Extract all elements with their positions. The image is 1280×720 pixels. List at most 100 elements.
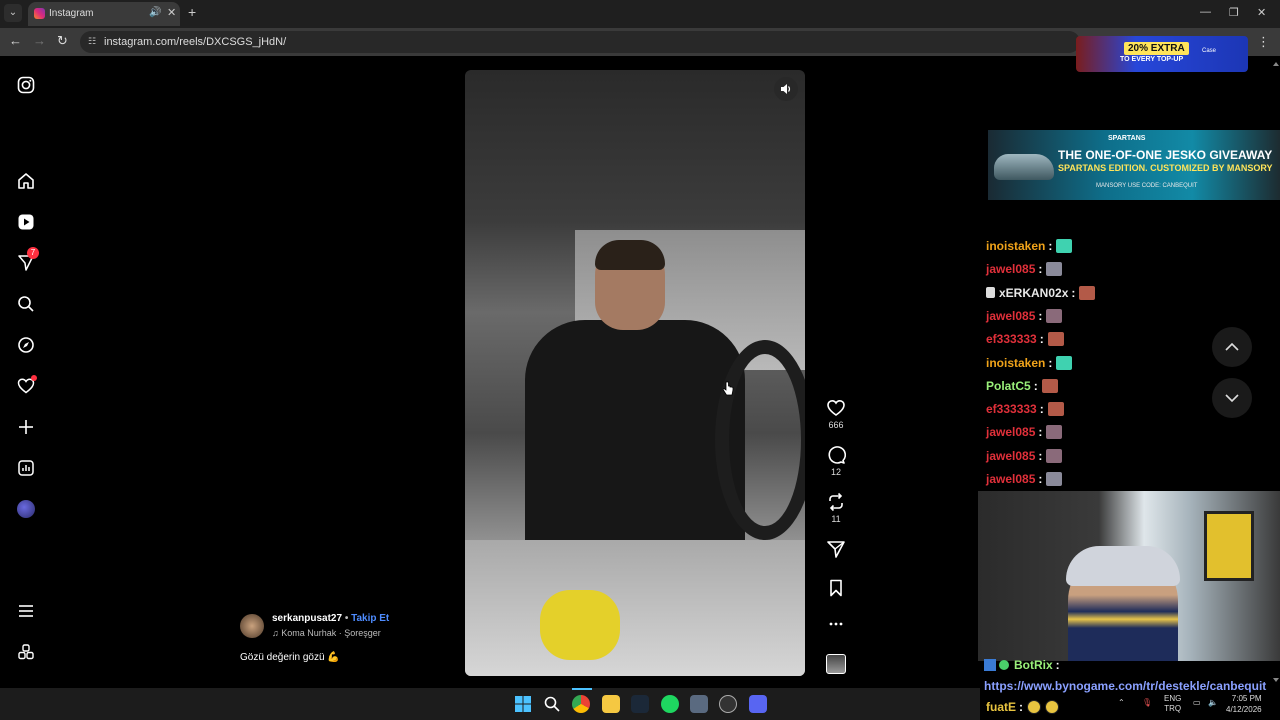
back-button[interactable]: ← (9, 34, 22, 48)
close-window-button[interactable]: ✕ (1257, 6, 1266, 19)
follow-button[interactable]: Takip Et (351, 613, 389, 624)
send-icon (827, 541, 845, 558)
ad-subtitle: TO EVERY TOP-UP (1120, 56, 1184, 63)
caption-line: Gözü değerin gözü 💪 (240, 652, 340, 663)
taskbar-clock[interactable]: 7:05 PM 4/12/2026 (1226, 693, 1262, 715)
repost-button[interactable]: 11 (820, 492, 852, 524)
taskbar-search-icon[interactable] (543, 695, 561, 713)
minimize-button[interactable]: — (1200, 6, 1211, 18)
chat-username: jawel085 (986, 448, 1036, 463)
create-plus-icon[interactable] (16, 417, 36, 437)
spotify-icon[interactable] (661, 695, 679, 713)
chat-emote-icon (1041, 378, 1058, 393)
chrome-icon[interactable] (572, 695, 590, 713)
save-button[interactable] (820, 578, 852, 598)
file-explorer-icon[interactable] (602, 695, 620, 713)
smiley-emote-icon (1045, 700, 1059, 714)
author-username[interactable]: serkanpusat27 (272, 613, 342, 624)
display-icon[interactable]: ▭ (1193, 698, 1201, 707)
also-from-meta-icon[interactable] (16, 642, 36, 662)
chat-username: xERKAN02x (999, 285, 1069, 300)
chat-emote-icon (1046, 472, 1063, 486)
windows-taskbar (0, 688, 980, 720)
discord-icon[interactable] (749, 695, 767, 713)
hand-cursor-icon (722, 381, 734, 396)
audio-thumbnail[interactable] (826, 654, 846, 674)
verified-icon (999, 660, 1009, 670)
url-text: instagram.com/reels/DXCSGS_jHdN/ (104, 36, 287, 48)
music-title: Koma Nurhak · Şoreşger (281, 628, 381, 638)
new-tab-button[interactable]: + (188, 5, 196, 19)
obs-icon[interactable] (719, 695, 737, 713)
dashboard-icon[interactable] (16, 458, 36, 478)
tab-search-button[interactable]: ⌄ (4, 4, 22, 22)
tab-close-icon[interactable]: ✕ (167, 6, 176, 19)
comment-icon (828, 446, 846, 464)
reload-button[interactable]: ↻ (57, 34, 68, 48)
chat-line: inoistaken: (986, 236, 1073, 256)
ad-brand-name: SPARTANS (1108, 135, 1146, 142)
ellipsis-icon (829, 622, 843, 626)
share-button[interactable] (820, 539, 852, 559)
home-icon[interactable] (16, 171, 36, 191)
reels-icon[interactable] (16, 212, 36, 232)
ad-footer: MANSORY USE CODE: CANBEQUIT (1096, 183, 1198, 189)
chat-emote-icon (1079, 285, 1096, 300)
chat-emote-icon (1056, 239, 1073, 253)
restore-button[interactable]: ❐ (1229, 6, 1239, 19)
comment-count: 12 (830, 467, 841, 477)
notifications-heart-icon[interactable] (16, 375, 37, 396)
chat-username: jawel085 (986, 472, 1036, 486)
comment-button[interactable]: 12 (820, 445, 852, 477)
more-menu-icon[interactable] (16, 601, 36, 621)
tab-audio-icon[interactable]: 🔊 (149, 7, 161, 18)
repost-count: 11 (831, 514, 841, 524)
profile-avatar[interactable] (16, 499, 36, 519)
chat-username: ef333333 (986, 402, 1037, 417)
browser-menu-icon[interactable]: ⋮ (1257, 34, 1270, 50)
author-avatar[interactable] (240, 614, 264, 638)
windows-start-icon[interactable] (514, 695, 532, 713)
language-indicator[interactable]: ENG TRQ (1164, 694, 1181, 714)
forward-button[interactable]: → (33, 34, 46, 48)
language-bottom: TRQ (1164, 704, 1182, 713)
notification-dot (31, 375, 37, 381)
bot-support-link[interactable]: https://www.bynogame.com/tr/destekle/can… (984, 679, 1266, 693)
ad-badge: 20% EXTRA (1124, 42, 1189, 55)
chat-line: jawel085: (986, 469, 1063, 489)
volume-button[interactable] (774, 77, 798, 101)
tab-instagram[interactable]: Instagram 🔊 ✕ (28, 2, 180, 26)
tray-expand-icon[interactable]: ⌃ (1118, 698, 1125, 707)
chat-line: PolatC5: (986, 376, 1058, 396)
search-icon[interactable] (16, 294, 36, 314)
instagram-logo-icon[interactable] (16, 75, 36, 95)
video-driver-hair (595, 240, 665, 270)
clock-time: 7:05 PM (1231, 694, 1262, 703)
previous-reel-button[interactable] (1212, 327, 1252, 367)
music-note-icon: ♫ (272, 628, 282, 638)
url-field[interactable]: ☷ instagram.com/reels/DXCSGS_jHdN/ (80, 31, 1080, 53)
chat-username: fuatE (986, 700, 1016, 714)
explore-icon[interactable] (16, 335, 36, 355)
chat-emote-icon (1047, 402, 1064, 417)
chat-username: jawel085 (986, 425, 1036, 440)
like-button[interactable]: 666 (820, 398, 852, 430)
messages-icon[interactable]: 7 (16, 247, 39, 273)
page-scrollbar[interactable] (1272, 56, 1280, 688)
chat-username: jawel085 (986, 262, 1036, 277)
volume-icon[interactable]: 🔈 (1208, 698, 1218, 707)
music-line[interactable]: ♫ Koma Nurhak · Şoreşger (272, 628, 381, 638)
mic-icon[interactable]: 🎙 (1142, 698, 1152, 707)
steam-icon[interactable] (631, 695, 649, 713)
clock-date: 4/12/2026 (1226, 705, 1262, 714)
language-top: ENG (1164, 694, 1182, 703)
instagram-sidebar: 7 (0, 56, 56, 688)
more-options-button[interactable] (820, 617, 852, 631)
site-info-icon[interactable]: ☷ (88, 36, 96, 47)
flexed-arm-icon: 💪 (327, 652, 340, 663)
settings-icon[interactable] (690, 695, 708, 713)
next-reel-button[interactable] (1212, 378, 1252, 418)
chat-line: jawel085: (986, 306, 1063, 326)
reel-video[interactable] (465, 70, 805, 676)
chat-emote-icon (1056, 355, 1073, 370)
